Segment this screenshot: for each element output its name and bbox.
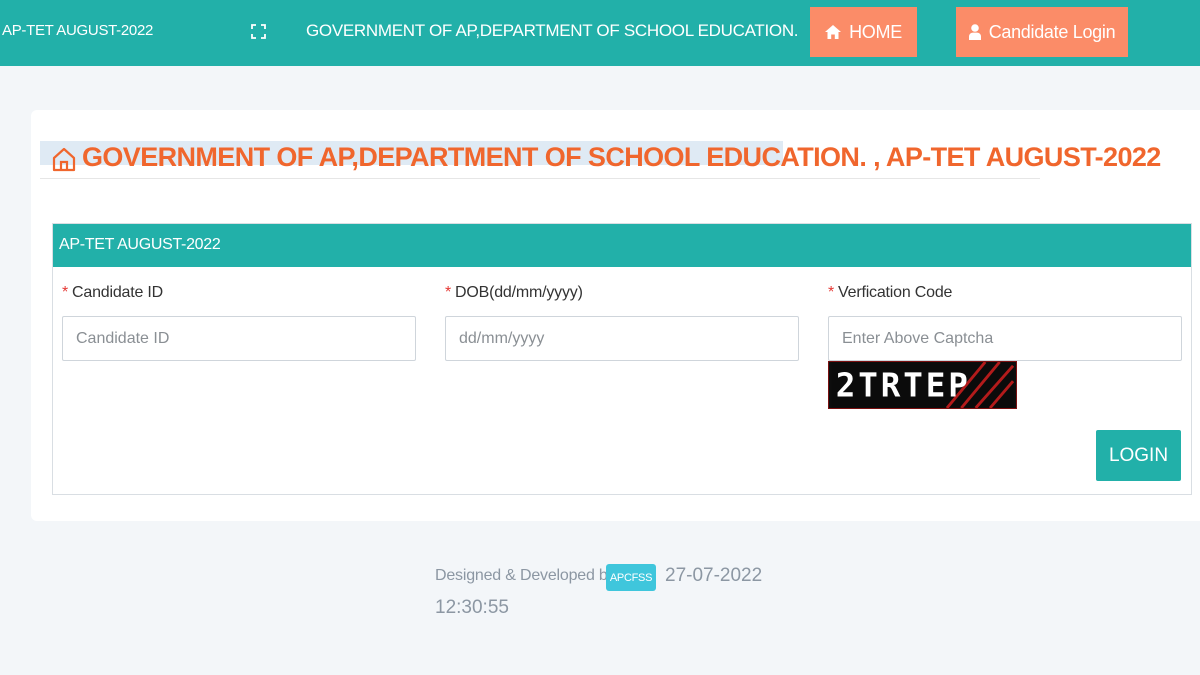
candidate-login-label: Candidate Login [988, 21, 1116, 42]
page-title: GOVERNMENT OF AP,DEPARTMENT OF SCHOOL ED… [82, 142, 1161, 172]
home-button-label: HOME [849, 21, 902, 42]
top-navbar: AP-TET AUGUST-2022 GOVERNMENT OF AP,DEPA… [0, 0, 1200, 66]
dob-label-text: DOB(dd/mm/yyyy) [455, 284, 583, 301]
required-marker: * [828, 284, 835, 301]
footer-designed-by: Designed & Developed by [435, 567, 616, 584]
brand-title[interactable]: AP-TET AUGUST-2022 [2, 22, 153, 39]
footer-time: 12:30:55 [435, 597, 509, 618]
user-icon [968, 24, 981, 40]
header-title: GOVERNMENT OF AP,DEPARTMENT OF SCHOOL ED… [306, 21, 799, 40]
verification-code-label-text: Verfication Code [838, 284, 953, 301]
captcha-text: 2TRTEP [836, 367, 971, 405]
verification-code-label: * Verfication Code [828, 284, 952, 302]
captcha-input[interactable] [828, 316, 1182, 361]
dob-input[interactable] [445, 316, 799, 361]
required-marker: * [62, 284, 69, 301]
expand-icon[interactable] [251, 24, 266, 39]
candidate-id-label-text: Candidate ID [72, 284, 164, 301]
candidate-id-label: * Candidate ID [62, 284, 163, 302]
home-button[interactable]: HOME [810, 7, 917, 57]
dob-label: * DOB(dd/mm/yyyy) [445, 284, 583, 302]
home-icon [825, 25, 842, 39]
candidate-login-button[interactable]: Candidate Login [956, 7, 1128, 57]
required-marker: * [445, 284, 452, 301]
captcha-image: 2TRTEP [828, 361, 1017, 409]
candidate-id-input[interactable] [62, 316, 416, 361]
home-outline-icon [52, 147, 76, 172]
login-button[interactable]: LOGIN [1096, 430, 1181, 481]
apcfss-badge[interactable]: APCFSS [606, 564, 656, 591]
panel-title: AP-TET AUGUST-2022 [53, 224, 1191, 267]
page-heading: GOVERNMENT OF AP,DEPARTMENT OF SCHOOL ED… [40, 141, 1161, 179]
footer-date: 27-07-2022 [665, 565, 763, 586]
